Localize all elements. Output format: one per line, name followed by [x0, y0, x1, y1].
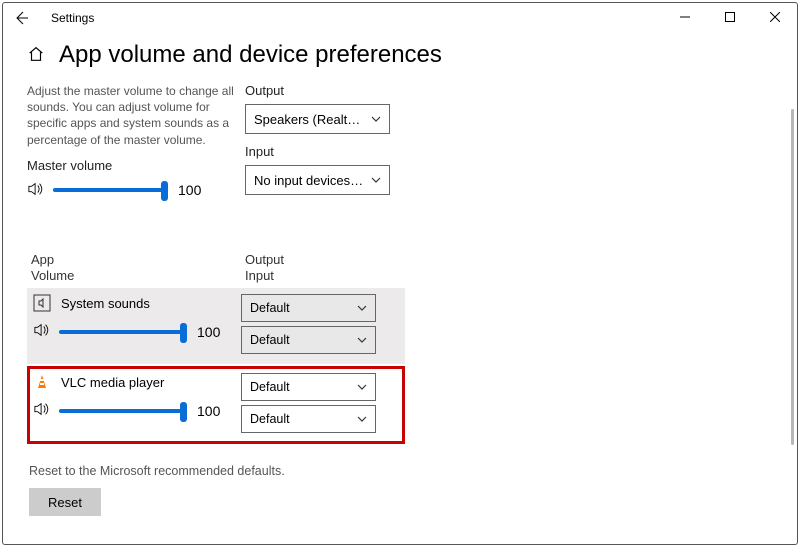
reset-button[interactable]: Reset — [29, 488, 101, 516]
volume-icon[interactable] — [27, 181, 45, 200]
system-sounds-icon — [33, 294, 51, 312]
input-device-value: No input devices fo… — [254, 173, 365, 188]
minimize-icon — [680, 12, 690, 22]
page-title: App volume and device preferences — [59, 41, 442, 69]
slider-thumb[interactable] — [180, 323, 187, 343]
output-label: Output — [245, 83, 773, 98]
reset-description: Reset to the Microsoft recommended defau… — [29, 464, 773, 478]
chevron-down-icon — [357, 335, 367, 345]
app-input-dropdown-vlc[interactable]: Default — [241, 405, 376, 433]
volume-icon[interactable] — [33, 322, 51, 341]
chevron-down-icon — [357, 382, 367, 392]
master-volume-slider[interactable] — [53, 182, 168, 198]
app-row-system-sounds: System sounds 100 Default — [27, 288, 405, 364]
minimize-button[interactable] — [662, 3, 707, 31]
app-output-dropdown-system[interactable]: Default — [241, 294, 376, 322]
slider-thumb[interactable] — [161, 181, 168, 201]
maximize-icon — [725, 12, 735, 22]
output-device-value: Speakers (Realtek Hi… — [254, 112, 365, 127]
input-device-dropdown[interactable]: No input devices fo… — [245, 165, 390, 195]
close-icon — [770, 12, 780, 22]
chevron-down-icon — [357, 303, 367, 313]
back-button[interactable] — [11, 8, 31, 28]
app-volume-slider-vlc[interactable] — [59, 403, 187, 419]
column-header-app: AppVolume — [31, 252, 245, 285]
arrow-left-icon — [13, 10, 29, 26]
slider-thumb[interactable] — [180, 402, 187, 422]
output-device-dropdown[interactable]: Speakers (Realtek Hi… — [245, 104, 390, 134]
maximize-button[interactable] — [707, 3, 752, 31]
home-icon[interactable] — [27, 45, 45, 66]
volume-icon[interactable] — [33, 401, 51, 420]
app-output-dropdown-vlc[interactable]: Default — [241, 373, 376, 401]
chevron-down-icon — [371, 114, 381, 124]
app-name: System sounds — [61, 296, 150, 311]
column-header-output-input: OutputInput — [245, 252, 284, 285]
app-volume-slider-system[interactable] — [59, 324, 187, 340]
close-button[interactable] — [752, 3, 797, 31]
app-row-vlc: VLC media player 100 Default — [27, 366, 405, 444]
window-title: Settings — [51, 11, 94, 25]
app-volume-value: 100 — [197, 403, 220, 419]
vlc-icon — [33, 373, 51, 391]
input-label: Input — [245, 144, 773, 159]
scrollbar[interactable] — [791, 109, 794, 445]
app-name: VLC media player — [61, 375, 164, 390]
app-input-dropdown-system[interactable]: Default — [241, 326, 376, 354]
chevron-down-icon — [371, 175, 381, 185]
chevron-down-icon — [357, 414, 367, 424]
description-text: Adjust the master volume to change all s… — [27, 83, 237, 148]
app-volume-value: 100 — [197, 324, 220, 340]
master-volume-label: Master volume — [27, 158, 245, 173]
master-volume-value: 100 — [178, 182, 201, 198]
